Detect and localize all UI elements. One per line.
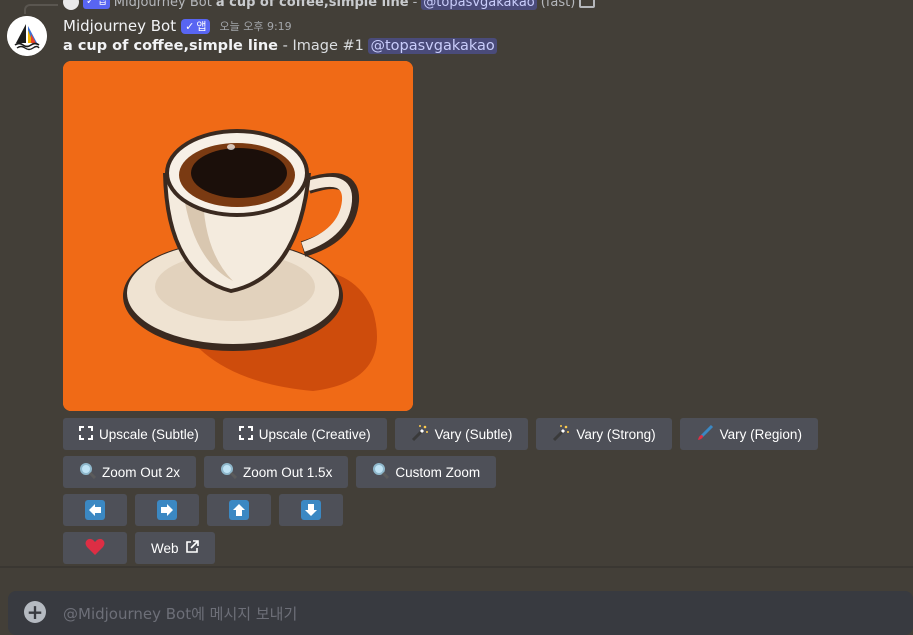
message-prompt: a cup of coffee,simple line (63, 38, 279, 54)
pan-down-button[interactable] (279, 494, 343, 526)
paintbrush-icon (696, 424, 714, 445)
upscale-subtle-button[interactable]: Upscale (Subtle) (63, 418, 215, 450)
vary-strong-button[interactable]: Vary (Strong) (536, 418, 672, 450)
button-row-zoom: Zoom Out 2x Zoom Out 1.5x Custom Zoom (63, 456, 497, 488)
message-separator: - (282, 38, 288, 54)
check-icon: ✓ (185, 19, 195, 33)
timestamp: 오늘 오후 9:19 (219, 20, 292, 33)
custom-zoom-button[interactable]: Custom Zoom (356, 456, 497, 488)
message-text: a cup of coffee,simple line - Image #1 @… (63, 38, 497, 54)
heart-icon (85, 538, 105, 559)
web-button[interactable]: Web (135, 532, 215, 564)
message-header: Midjourney Bot ✓ 앱 오늘 오후 9:19 (63, 16, 292, 36)
arrow-up-icon (229, 500, 249, 520)
arrow-left-icon (85, 500, 105, 520)
add-attachment-icon[interactable]: + (24, 601, 46, 623)
avatar[interactable] (7, 16, 47, 56)
custom-zoom-label: Custom Zoom (395, 464, 481, 480)
message-mention[interactable]: @topasvgakakao (368, 38, 497, 54)
message-composer: + @Midjourney Bot에 메시지 보내기 (0, 568, 913, 635)
zoom-out-1-5x-button[interactable]: Zoom Out 1.5x (204, 456, 349, 488)
message-input[interactable]: + @Midjourney Bot에 메시지 보내기 (8, 591, 913, 635)
image-label: Image #1 (292, 38, 364, 54)
vary-region-label: Vary (Region) (719, 426, 802, 442)
magic-wand-icon (411, 424, 429, 445)
reply-username: Midjourney Bot (113, 0, 212, 10)
app-badge: ✓ 앱 (181, 18, 211, 34)
magnifier-icon (220, 462, 238, 482)
magic-wand-icon (552, 424, 570, 445)
generated-image[interactable] (63, 61, 413, 411)
magnifier-icon (79, 462, 97, 482)
reply-speed: (fast) (540, 0, 576, 10)
reply-reference[interactable]: ✓ 앱 Midjourney Bot a cup of coffee,simpl… (63, 0, 596, 10)
vary-subtle-label: Vary (Subtle) (434, 426, 513, 442)
vary-strong-label: Vary (Strong) (576, 426, 656, 442)
magnifier-icon (372, 462, 390, 482)
arrow-down-icon (301, 500, 321, 520)
button-row-pan (63, 494, 343, 526)
app-badge-label: 앱 (196, 20, 207, 33)
username[interactable]: Midjourney Bot (63, 17, 176, 35)
vary-region-button[interactable]: Vary (Region) (679, 418, 818, 450)
reply-dash: - (412, 0, 418, 10)
button-row-upscale-vary: Upscale (Subtle) Upscale (Creative) Vary… (63, 418, 818, 450)
reply-app-badge: ✓ 앱 (83, 0, 110, 9)
pan-right-button[interactable] (135, 494, 199, 526)
message-input-placeholder: @Midjourney Bot에 메시지 보내기 (63, 605, 298, 623)
reply-avatar (63, 0, 79, 10)
zoom-out-1-5x-label: Zoom Out 1.5x (243, 464, 333, 480)
upscale-subtle-label: Upscale (Subtle) (99, 426, 199, 442)
upscale-creative-button[interactable]: Upscale (Creative) (222, 418, 387, 450)
pan-left-button[interactable] (63, 494, 127, 526)
arrow-right-icon (157, 500, 177, 520)
favorite-button[interactable] (63, 532, 127, 564)
reply-prompt: a cup of coffee,simple line (215, 0, 409, 10)
reply-connector (24, 4, 58, 14)
pan-up-button[interactable] (207, 494, 271, 526)
chat-area: ✓ 앱 Midjourney Bot a cup of coffee,simpl… (0, 0, 913, 568)
web-label: Web (151, 540, 179, 556)
external-link-icon (185, 539, 199, 557)
upscale-creative-label: Upscale (Creative) (258, 426, 371, 442)
vary-subtle-button[interactable]: Vary (Subtle) (394, 418, 529, 450)
reply-mention[interactable]: @topasvgakakao (421, 0, 537, 10)
button-row-actions: Web (63, 532, 215, 564)
image-icon (579, 0, 596, 8)
expand-icon (238, 425, 253, 443)
zoom-out-2x-button[interactable]: Zoom Out 2x (63, 456, 197, 488)
zoom-out-2x-label: Zoom Out 2x (102, 464, 181, 480)
expand-icon (79, 425, 93, 443)
